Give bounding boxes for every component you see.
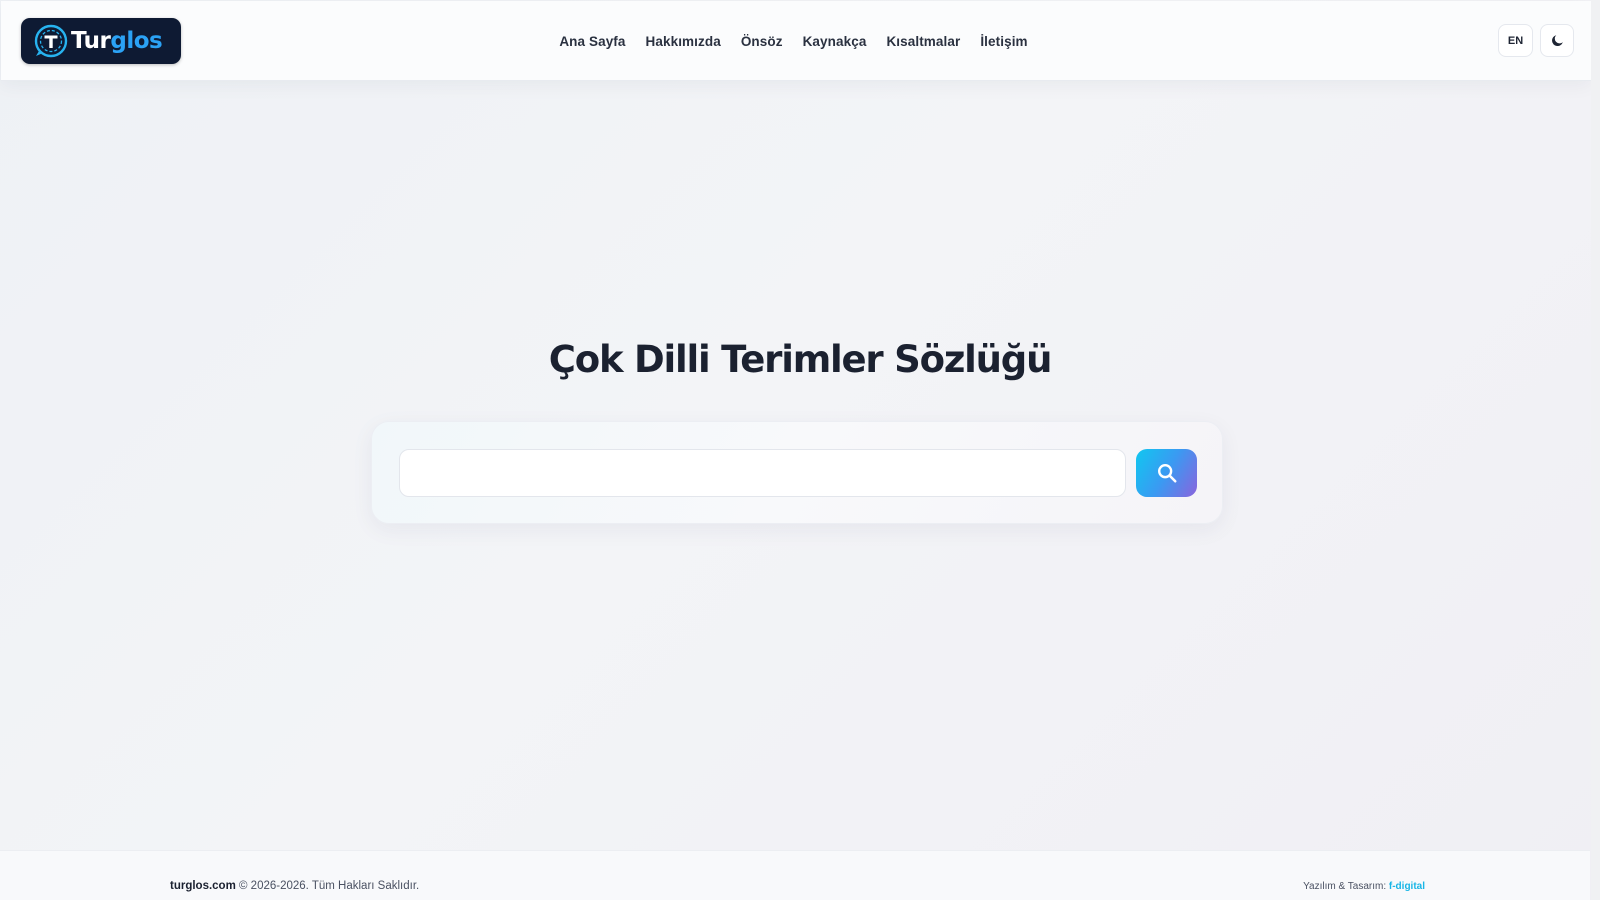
language-toggle-button[interactable]: EN xyxy=(1498,24,1533,57)
footer-copyright: turglos.com © 2026-2026. Tüm Hakları Sak… xyxy=(170,880,419,892)
footer-credit: Yazılım & Tasarım: f-digital xyxy=(1303,881,1425,892)
nav-item-about[interactable]: Hakkımızda xyxy=(646,34,721,49)
search-button[interactable] xyxy=(1136,449,1197,497)
main-nav: Ana Sayfa Hakkımızda Önsöz Kaynakça Kısa… xyxy=(1,1,1591,81)
footer-copyright-text: © 2026-2026. Tüm Hakları Saklıdır. xyxy=(235,880,420,892)
footer-credit-label: Yazılım & Tasarım: xyxy=(1303,881,1389,892)
site-header: Turglos Ana Sayfa Hakkımızda Önsöz Kayna… xyxy=(1,1,1591,81)
search-input[interactable] xyxy=(399,449,1126,497)
site-footer: turglos.com © 2026-2026. Tüm Hakları Sak… xyxy=(0,850,1590,900)
nav-item-preface[interactable]: Önsöz xyxy=(741,34,783,49)
theme-toggle-button[interactable] xyxy=(1540,24,1574,57)
nav-item-home[interactable]: Ana Sayfa xyxy=(559,34,625,49)
footer-site-name: turglos.com xyxy=(170,880,236,892)
page-title: Çok Dilli Terimler Sözlüğü xyxy=(548,338,1053,381)
nav-item-abbreviations[interactable]: Kısaltmalar xyxy=(886,34,960,49)
nav-item-contact[interactable]: İletişim xyxy=(980,34,1027,49)
nav-item-bibliography[interactable]: Kaynakça xyxy=(803,34,867,49)
search-icon xyxy=(1157,464,1177,483)
moon-icon xyxy=(1551,35,1563,47)
scrollbar[interactable] xyxy=(1591,0,1600,900)
footer-credit-link[interactable]: f-digital xyxy=(1389,881,1425,892)
search-card xyxy=(371,421,1223,524)
